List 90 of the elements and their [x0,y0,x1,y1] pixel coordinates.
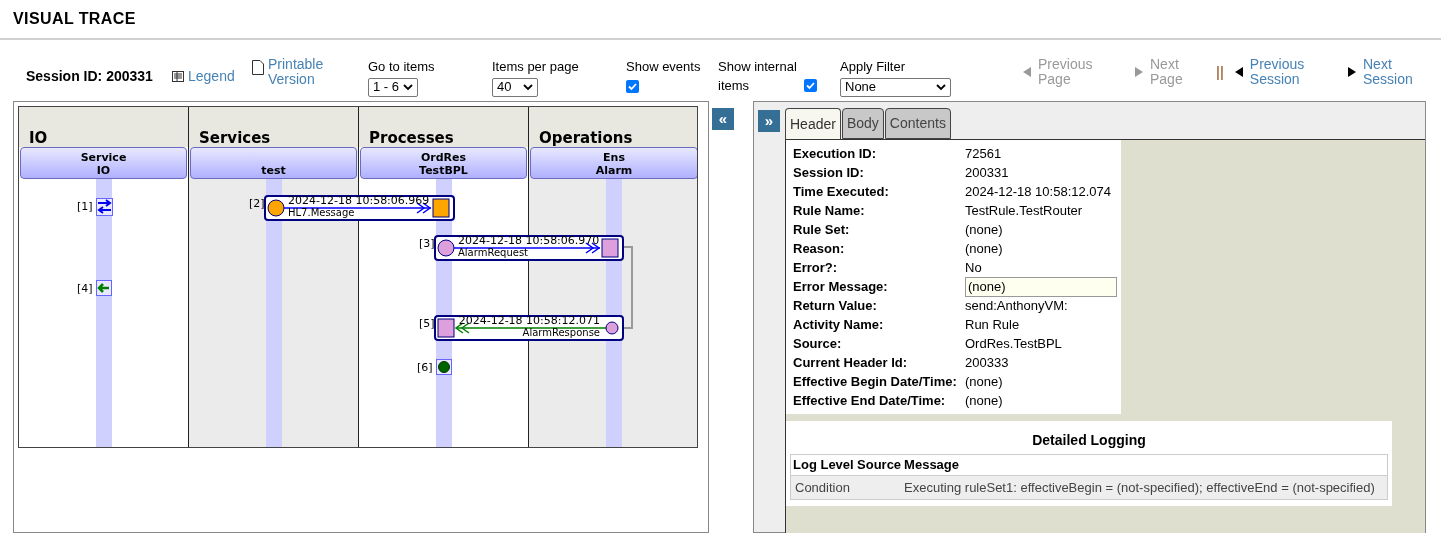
message-time: 2024-12-18 10:58:06.970 [458,235,600,247]
chevron-down-icon [403,83,413,91]
field-label: Reason: [793,239,846,258]
printable-version-link[interactable]: Printable Version [268,57,328,87]
right-triangle-icon [1347,67,1357,77]
page-title: VISUAL TRACE [13,9,136,29]
message-name: AlarmRequest [458,247,530,259]
message-time: 2024-12-18 10:58:06.969 [288,195,430,207]
field-label: Current Header Id: [793,353,909,372]
column-header: Log Level [790,454,856,475]
document-icon [252,60,264,75]
field-value: 200333 [965,353,1009,372]
field-value: 200331 [965,163,1009,182]
left-triangle-icon [1022,67,1032,77]
field-label: Return Value: [793,296,878,315]
apply-filter-label: Apply Filter [840,58,907,76]
right-triangle-icon [1134,67,1144,77]
field-label: Source: [793,334,843,353]
show-events-label: Show events [626,58,701,76]
node-name: Service [80,151,127,164]
tab[interactable]: Contents [884,108,951,139]
logging-title: Detailed Logging [1031,431,1147,450]
apply-filter-select[interactable]: None [840,77,951,97]
chevron-down-icon [523,83,533,91]
message-time: 2024-12-18 10:58:12.071 [458,315,600,327]
field-label: Effective Begin Date/Time: [793,372,958,391]
field-label: Time Executed: [793,182,890,201]
lane-title: Processes [369,128,454,149]
node-name: Alarm [595,164,633,177]
chevron-down-icon [936,83,946,91]
expand-right-button[interactable]: » [758,110,780,132]
legend-icon [172,71,184,82]
event-index: [4] [77,281,93,297]
event-index: [6] [417,360,433,376]
checkbox[interactable] [626,79,639,93]
field-label: Effective End Date/Time: [793,391,947,410]
field-value: send:AnthonyVM: [965,296,1068,315]
next-link[interactable]: Next Session [1363,57,1423,87]
field-value: 2024-12-18 10:58:12.074 [965,182,1111,201]
node-name: test [261,164,286,177]
field-value: Run Rule [965,315,1020,334]
field-label: Rule Name: [793,201,866,220]
separator-mark: || [1216,61,1224,82]
show-internal-label: Show internal items [718,58,798,95]
field-value: TestRule.TestRouter [965,201,1083,220]
field-value: OrdRes.TestBPL [965,334,1062,353]
column-header: Message [902,454,1388,475]
field-value: (none) [965,391,1003,410]
field-value: (none) [965,239,1003,258]
lane-title: IO [29,128,48,149]
lane-title: Services [199,128,271,149]
items-per-page-select[interactable]: 40 [492,77,538,97]
node-name: Ens [603,151,625,164]
go-to-items-label: Go to items [368,58,436,76]
event-index: [3] [419,236,435,252]
error-message-field: (none) [965,276,1117,297]
field-label: Error Message: [793,277,889,296]
field-label: Execution ID: [793,144,878,163]
lane-title: Operations [539,128,633,149]
go-to-items-select[interactable]: 1 - 6 [368,77,418,97]
legend-link[interactable]: Legend [188,66,235,87]
left-triangle-icon [1233,67,1244,77]
table-cell: Condition [790,475,856,500]
event-index: [5] [419,316,435,332]
session-label: Session ID: 200331 [26,67,154,86]
field-label: Error?: [793,258,839,277]
event-index: [2] [249,196,265,212]
items-per-page-label: Items per page [492,58,580,76]
event-index: [1] [77,199,93,215]
left-arrow-icon[interactable] [96,280,112,296]
field-label: Session ID: [793,163,865,182]
table-cell: Executing ruleSet1: effectiveBegin = (not-specified); effectiveEnd = (not-specified) [902,475,1388,500]
tab[interactable]: Body [841,108,884,139]
message-name: HL7.Message [288,207,356,219]
previous-link[interactable]: Previous Session [1249,57,1310,87]
field-value: (none) [965,220,1003,239]
column-header: Source [855,454,903,475]
collapse-left-button[interactable]: « [712,108,734,130]
node-name: TestBPL [419,164,468,177]
field-value: No [965,258,982,277]
field-label: Rule Set: [793,220,851,239]
two-way-arrows-icon[interactable] [96,198,113,216]
node-name: IO [96,164,111,177]
tab[interactable]: Header [785,108,841,139]
node-name: OrdRes [420,151,467,164]
checkbox[interactable] [804,79,817,92]
field-value: (none) [965,372,1003,391]
field-label: Activity Name: [793,315,885,334]
message-name: AlarmResponse [521,327,600,339]
field-value: 72561 [965,144,1002,163]
